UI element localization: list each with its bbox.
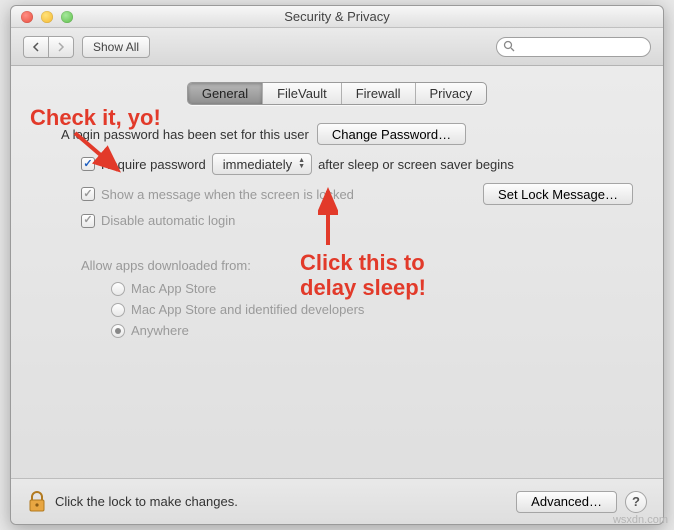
watermark: wsxdn.com <box>613 514 668 526</box>
password-delay-select[interactable]: immediately ▲▼ <box>212 153 312 175</box>
forward-button[interactable] <box>48 36 74 58</box>
radio-mac-app-store-dev <box>111 303 125 317</box>
lock-icon[interactable] <box>27 490 47 514</box>
radio-mac-app-store-label: Mac App Store <box>131 281 216 296</box>
chevron-right-icon <box>57 42 65 52</box>
footer: Click the lock to make changes. Advanced… <box>11 479 663 524</box>
show-message-label: Show a message when the screen is locked <box>101 187 354 202</box>
minimize-window-button[interactable] <box>41 11 53 23</box>
disable-auto-login-label: Disable automatic login <box>101 213 235 228</box>
tab-filevault[interactable]: FileVault <box>263 83 342 104</box>
show-all-button[interactable]: Show All <box>82 36 150 58</box>
require-password-checkbox[interactable] <box>81 157 95 171</box>
titlebar: Security & Privacy <box>11 6 663 28</box>
tabbar: General FileVault Firewall Privacy <box>11 66 663 105</box>
advanced-button[interactable]: Advanced… <box>516 491 617 513</box>
traffic-lights <box>11 11 73 23</box>
tab-general[interactable]: General <box>188 83 263 104</box>
tab-group: General FileVault Firewall Privacy <box>187 82 487 105</box>
nav-group <box>23 36 74 58</box>
preferences-window: Security & Privacy Show All General File… <box>10 5 664 525</box>
require-password-label: Require password <box>101 157 206 172</box>
login-password-label: A login password has been set for this u… <box>61 127 309 142</box>
lock-text: Click the lock to make changes. <box>55 494 238 509</box>
show-message-checkbox <box>81 187 95 201</box>
set-lock-message-button[interactable]: Set Lock Message… <box>483 183 633 205</box>
select-stepper-icon: ▲▼ <box>298 158 305 170</box>
allow-apps-label: Allow apps downloaded from: <box>81 258 633 273</box>
change-password-button[interactable]: Change Password… <box>317 123 466 145</box>
allow-apps-radio-group: Mac App Store Mac App Store and identifi… <box>41 281 633 338</box>
zoom-window-button[interactable] <box>61 11 73 23</box>
radio-mac-app-store <box>111 282 125 296</box>
content-general: A login password has been set for this u… <box>11 105 663 524</box>
password-delay-value: immediately <box>223 157 292 172</box>
search-icon <box>503 40 515 55</box>
tab-firewall[interactable]: Firewall <box>342 83 416 104</box>
tab-privacy[interactable]: Privacy <box>416 83 487 104</box>
search-wrap <box>496 37 651 57</box>
help-button[interactable]: ? <box>625 491 647 513</box>
toolbar: Show All <box>11 28 663 66</box>
window-title: Security & Privacy <box>11 9 663 24</box>
disable-auto-login-checkbox <box>81 214 95 228</box>
after-sleep-label: after sleep or screen saver begins <box>318 157 514 172</box>
radio-anywhere <box>111 324 125 338</box>
chevron-left-icon <box>32 42 40 52</box>
close-window-button[interactable] <box>21 11 33 23</box>
radio-anywhere-label: Anywhere <box>131 323 189 338</box>
radio-mac-app-store-dev-label: Mac App Store and identified developers <box>131 302 364 317</box>
search-input[interactable] <box>496 37 651 57</box>
back-button[interactable] <box>23 36 48 58</box>
